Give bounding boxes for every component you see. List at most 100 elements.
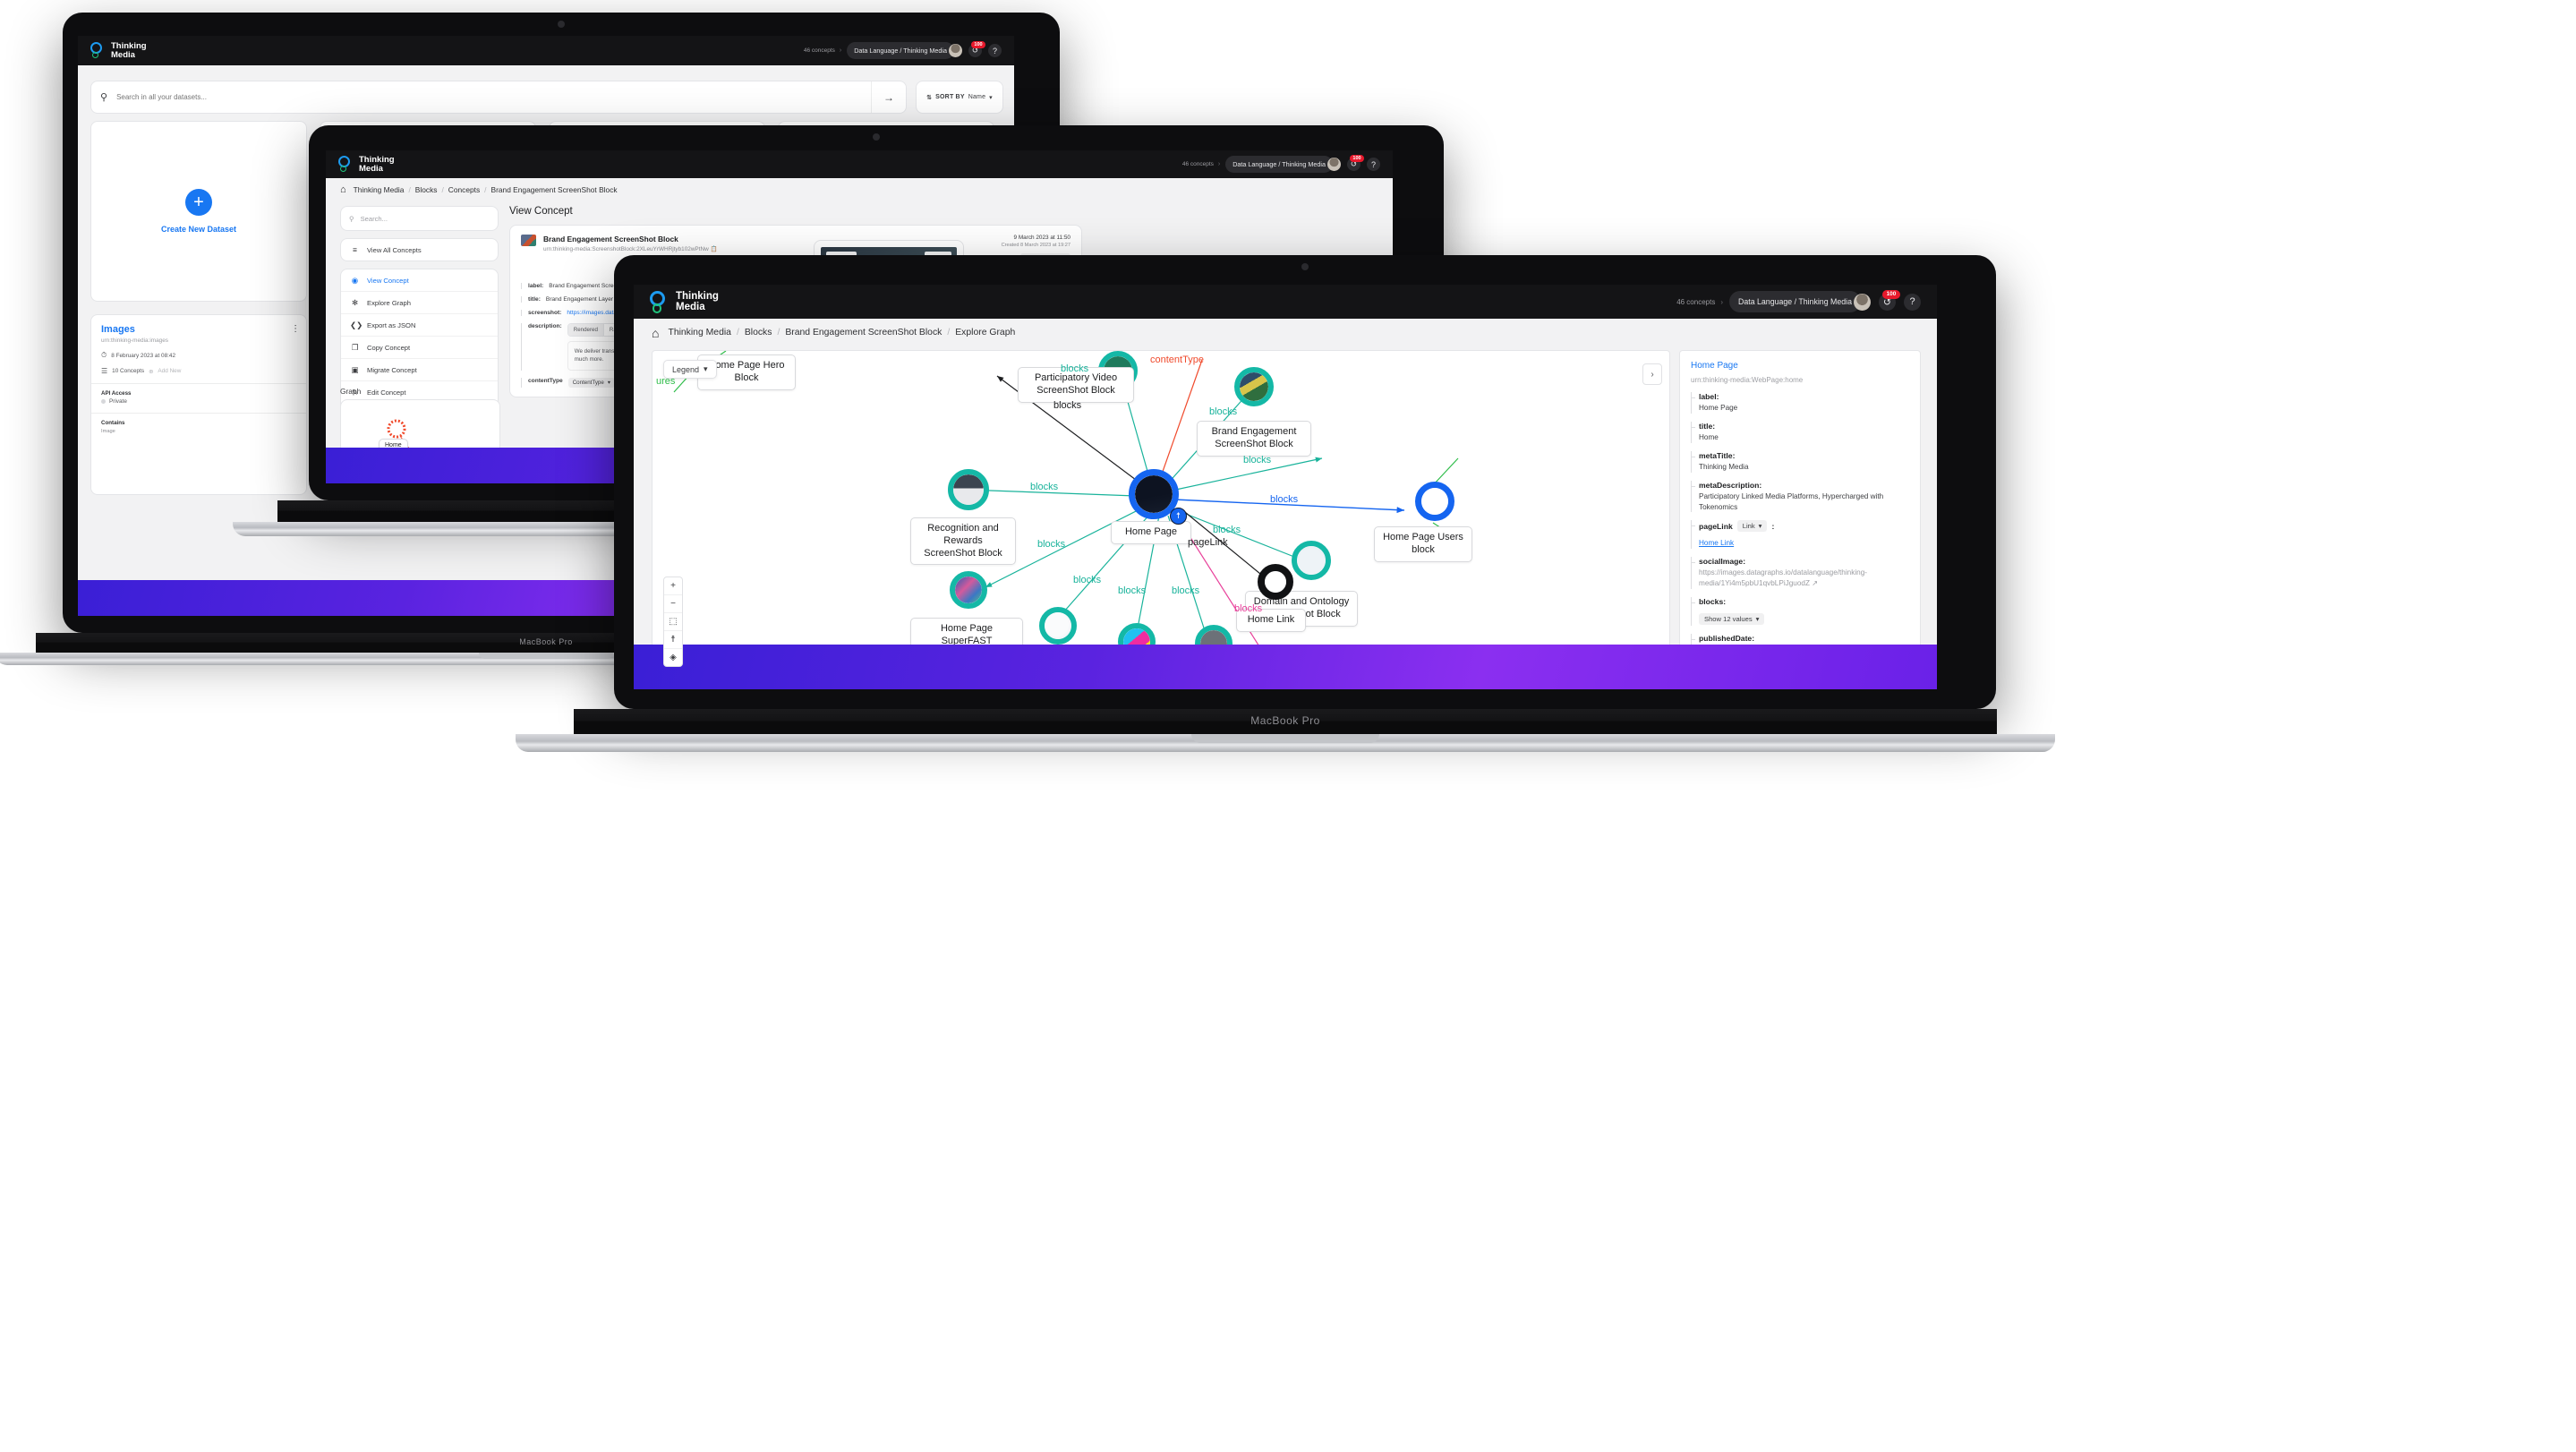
dataset-title-images[interactable]: Images <box>101 324 296 335</box>
help-button-2[interactable]: ? <box>1367 158 1380 171</box>
zoom-in-button[interactable]: + <box>664 577 682 595</box>
copy-icon: ❐ <box>351 342 359 352</box>
nav-right-1: 46 concepts › Data Language / Thinking M… <box>804 41 1002 59</box>
field-key-description: description: <box>528 323 562 329</box>
breadcrumb-item-0[interactable]: Thinking Media <box>354 185 405 194</box>
panel-key-publisheddate: publishedDate: <box>1699 634 1755 644</box>
edge-label-4: blocks <box>1243 455 1272 465</box>
brand-logo-1[interactable]: Thinking Media <box>90 41 147 60</box>
brand-logo-2[interactable]: Thinking Media <box>338 155 395 174</box>
laptop-3-screen: Thinking Media 46 concepts › Data Langua… <box>634 285 1937 689</box>
tab-rendered[interactable]: Rendered <box>567 324 604 336</box>
search-input-1[interactable] <box>115 92 820 102</box>
view-all-concepts-card[interactable]: ≡ View All Concepts <box>340 238 499 261</box>
graph-canvas[interactable]: ☨ Home Page Recognition and Rewards Scre… <box>652 350 1670 679</box>
chevron-down-icon-blocks: ▾ <box>1755 615 1760 624</box>
breadcrumb-item-1[interactable]: Blocks <box>415 185 438 194</box>
panel-field-pagelink: pageLink Link ▾ : Home Link <box>1691 520 1909 550</box>
breadcrumb3-item-0[interactable]: Thinking Media <box>668 328 730 337</box>
brand-logo-3[interactable]: Thinking Media <box>650 290 719 313</box>
panel-toggle-button[interactable]: › <box>1642 363 1662 385</box>
external-link-icon[interactable]: ↗ <box>1812 579 1818 587</box>
copy-urn-icon[interactable]: 📋 <box>710 246 717 252</box>
notifications-button-1[interactable]: ↺ 100 <box>968 41 985 57</box>
breadcrumb3-item-1[interactable]: Blocks <box>745 328 772 337</box>
breadcrumb-sep-2: / <box>484 185 487 194</box>
panel-urn: urn:thinking-media:WebPage:home <box>1691 376 1804 384</box>
search-input-wrap-1[interactable]: ⚲ <box>91 81 871 113</box>
code-icon: ❮❯ <box>350 320 363 329</box>
contenttype-select[interactable]: ContentType ▾ <box>567 377 615 388</box>
fit-to-screen-button[interactable]: ⬚ <box>664 613 682 631</box>
sort-by-label: SORT BY <box>935 94 965 100</box>
edge-label-9: blocks <box>1037 539 1066 550</box>
thinking-media-logo-icon-2 <box>338 155 354 174</box>
sidebar-item-view-all-concepts[interactable]: ≡ View All Concepts <box>341 239 498 261</box>
field-key-contenttype: contentType <box>528 377 563 384</box>
graph-node-label-recognition[interactable]: Recognition and Rewards ScreenShot Block <box>910 517 1016 566</box>
panel-field-blocks: blocks: Show 12 values ▾ <box>1691 597 1909 627</box>
breadcrumb-3: ⌂ Thinking Media / Blocks / Brand Engage… <box>634 319 1937 346</box>
edge-label-10: blocks <box>1073 575 1102 585</box>
graph-node-brand-engagement[interactable] <box>1234 367 1274 406</box>
avatar-3[interactable] <box>1854 293 1871 311</box>
pin-badge-icon[interactable]: ☨ <box>1170 508 1187 525</box>
help-button-3[interactable]: ? <box>1904 293 1921 311</box>
nav-right-2: 46 concepts › Data Language / Thinking M… <box>1182 155 1380 173</box>
graph-node-label-home-page-users[interactable]: Home Page Users block <box>1374 526 1472 562</box>
view-all-concepts-label: View All Concepts <box>367 245 422 254</box>
graph-node-content-demographics[interactable] <box>1039 607 1077 645</box>
sidebar-item-copy-concept[interactable]: ❐ Copy Concept <box>341 337 498 359</box>
workspace-selector-2[interactable]: Data Language / Thinking Media <box>1225 156 1333 173</box>
notifications-button-3[interactable]: ↺ 100 <box>1879 289 1900 311</box>
panel-value-pagelink[interactable]: Home Link <box>1699 538 1909 549</box>
workspace-selector-1[interactable]: Data Language / Thinking Media <box>847 42 954 59</box>
pin-button[interactable]: ☨ <box>664 631 682 649</box>
layers-button[interactable]: ◈ <box>664 649 682 666</box>
workspace-selector-3[interactable]: Data Language / Thinking Media <box>1729 291 1861 312</box>
breadcrumb3-item-2[interactable]: Brand Engagement ScreenShot Block <box>785 328 942 337</box>
pagelink-type-select[interactable]: Link ▾ <box>1736 520 1768 533</box>
home-icon-3[interactable]: ⌂ <box>652 326 659 340</box>
zoom-out-button[interactable]: − <box>664 595 682 613</box>
sidebar-item-export-json[interactable]: ❮❯ Export as JSON <box>341 314 498 337</box>
add-new-icon-images[interactable]: ⊕ <box>149 368 153 375</box>
kebab-menu-icon-images[interactable]: ⋯ <box>290 324 300 333</box>
notifications-button-2[interactable]: ↺ 100 <box>1347 155 1364 171</box>
add-new-label-images[interactable]: Add New <box>158 368 181 374</box>
graph-node-recognition[interactable] <box>948 469 989 510</box>
sort-by-value: Name <box>968 94 986 100</box>
sidebar-item-migrate-concept[interactable]: ▣ Migrate Concept <box>341 359 498 381</box>
dataset-card-images[interactable]: ⋯ Images urn:thinking-media:images ⏱ 8 F… <box>90 314 307 495</box>
panel-value-socialimage: https://images.datagraphs.io/datalanguag… <box>1699 568 1909 589</box>
laptop-3-base: MacBook Pro <box>574 709 1997 734</box>
breadcrumb3-item-3[interactable]: Explore Graph <box>955 328 1015 337</box>
search-submit-button[interactable]: → <box>871 81 906 113</box>
graph-node-home-page-users[interactable] <box>1415 482 1454 521</box>
breadcrumb3-sep-1: / <box>777 328 780 337</box>
brand-text-2: Thinking Media <box>359 155 395 174</box>
help-button-1[interactable]: ? <box>988 44 1002 57</box>
breadcrumb-item-3[interactable]: Brand Engagement ScreenShot Block <box>491 185 618 194</box>
sidebar-item-view-concept[interactable]: ◉ View Concept <box>341 269 498 292</box>
avatar-1[interactable] <box>949 44 962 57</box>
sort-icon: ⇅ <box>926 94 933 101</box>
contenttype-select-value: ContentType <box>572 379 604 386</box>
breadcrumb-item-2[interactable]: Concepts <box>448 185 480 194</box>
graph-node-superfast[interactable] <box>950 571 987 609</box>
panel-title[interactable]: Home Page <box>1680 351 1920 371</box>
divider2-images <box>91 413 306 414</box>
menu-label-2: Export as JSON <box>367 320 416 329</box>
graph-node-domain-ontology[interactable] <box>1292 541 1331 580</box>
graph-node-label-brand-engagement[interactable]: Brand Engagement ScreenShot Block <box>1197 421 1311 457</box>
nav-separator-1: › <box>839 47 842 54</box>
sort-by-control[interactable]: ⇅ SORT BY Name ▾ <box>916 81 1003 114</box>
blocks-values-select[interactable]: Show 12 values ▾ <box>1699 613 1765 626</box>
sidebar-search[interactable]: ⚲ Search... <box>340 206 499 231</box>
create-new-dataset-card[interactable]: + Create New Dataset <box>90 121 307 302</box>
home-icon-2[interactable]: ⌂ <box>340 184 346 195</box>
sidebar-item-explore-graph[interactable]: ✻ Explore Graph <box>341 292 498 314</box>
legend-button[interactable]: Legend ▾ <box>663 360 717 379</box>
graph-node-home-link[interactable] <box>1258 564 1293 600</box>
avatar-2[interactable] <box>1327 158 1341 171</box>
